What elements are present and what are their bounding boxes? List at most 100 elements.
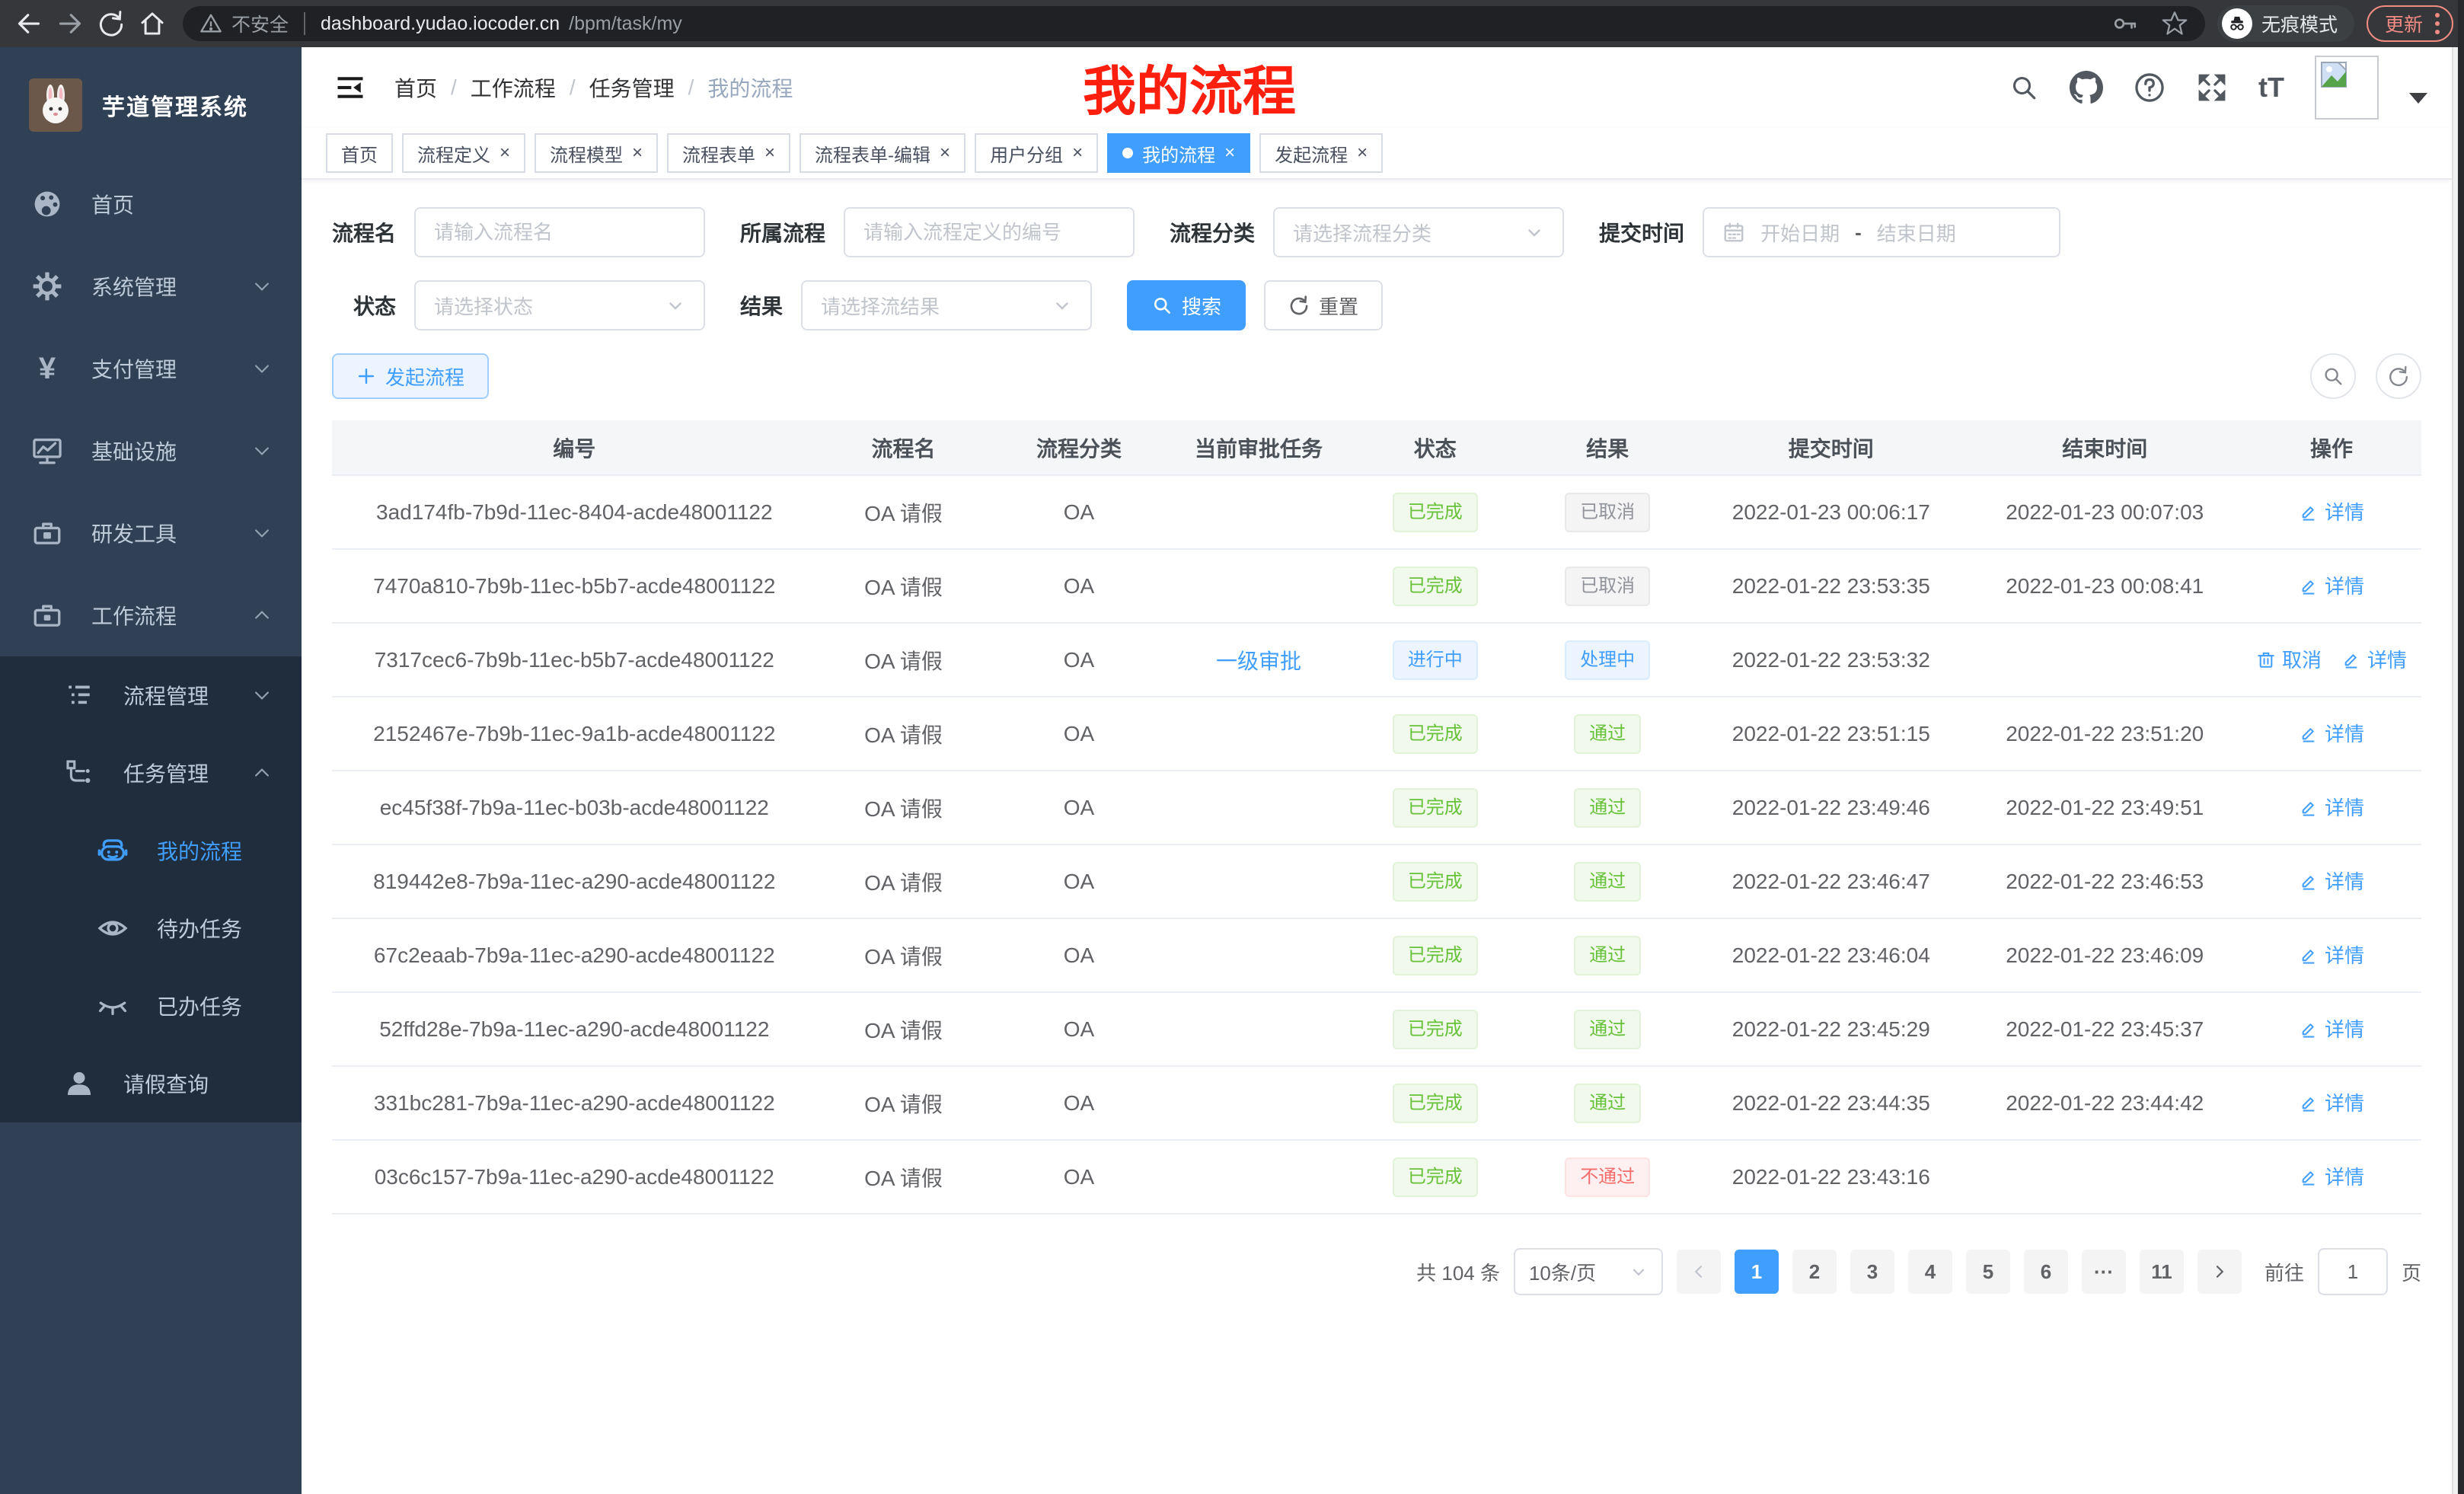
sidebar-item-label: 待办任务 [157,913,242,943]
address-bar[interactable]: 不安全 dashboard.yudao.iocoder.cn/bpm/task/… [183,6,2205,41]
caret-down-icon[interactable] [2409,93,2427,104]
sidebar-item-todo-tasks[interactable]: 待办任务 [0,889,302,967]
sidebar-item-done-tasks[interactable]: 已办任务 [0,967,302,1045]
close-icon[interactable]: × [764,144,775,162]
sidebar-item-system[interactable]: 系统管理 [0,245,302,327]
tab-home[interactable]: 首页 [326,133,393,173]
close-icon[interactable]: × [500,144,510,162]
tab-start-process[interactable]: 发起流程× [1259,133,1383,173]
breadcrumb-item[interactable]: 首页 [394,72,437,103]
show-search-icon[interactable] [2310,353,2356,399]
reset-button[interactable]: 重置 [1264,280,1383,330]
reload-icon[interactable] [93,5,129,42]
kebab-menu-icon[interactable] [2435,13,2440,34]
browser-update-button[interactable]: 更新 [2367,5,2453,42]
app-title: 芋道管理系统 [102,88,248,122]
breadcrumb-item[interactable]: 任务管理 [556,72,675,103]
process-definition-input[interactable] [863,221,1115,244]
result-badge: 通过 [1574,714,1641,754]
sidebar-item-my-process[interactable]: 我的流程 [0,812,302,889]
help-icon[interactable] [2134,72,2166,104]
cancel-link[interactable]: 取消 [2256,645,2322,673]
github-icon[interactable] [2070,71,2103,104]
page-button[interactable]: 6 [2024,1250,2068,1294]
page-button[interactable]: 4 [1908,1250,1952,1294]
app-logo-row[interactable]: 芋道管理系统 [0,47,302,163]
detail-link[interactable]: 详情 [2299,497,2364,525]
result-select[interactable]: 请选择流结果 [801,280,1092,330]
sidebar-collapse-icon[interactable] [326,63,375,112]
forward-icon[interactable] [52,5,88,42]
close-icon[interactable]: × [1357,144,1368,162]
home-icon[interactable] [134,5,171,42]
prev-page-button[interactable] [1677,1250,1721,1294]
col-end-time: 结束时间 [1968,420,2242,475]
current-task-link[interactable]: 一级审批 [1216,650,1301,673]
start-date-placeholder[interactable]: 开始日期 [1760,219,1840,247]
detail-link[interactable]: 详情 [2341,645,2407,673]
tab-process-form[interactable]: 流程表单× [667,133,790,173]
tab-process-definition[interactable]: 流程定义× [402,133,525,173]
tab-user-group[interactable]: 用户分组× [975,133,1098,173]
submit-time-range-picker[interactable]: 开始日期 - 结束日期 [1703,207,2060,257]
search-icon[interactable] [2009,72,2039,103]
fullscreen-icon[interactable] [2196,72,2228,104]
tab-my-process[interactable]: 我的流程× [1107,133,1250,173]
incognito-label: 无痕模式 [2261,10,2338,37]
page-button[interactable]: 1 [1735,1250,1779,1294]
sidebar-item-process-management[interactable]: 流程管理 [0,656,302,734]
font-size-icon[interactable]: tT [2258,72,2284,104]
tab-process-form-edit[interactable]: 流程表单-编辑× [800,133,965,173]
end-date-placeholder[interactable]: 结束日期 [1877,219,1956,247]
sidebar-item-home[interactable]: 首页 [0,163,302,245]
chevron-down-icon [1524,222,1544,242]
sidebar-item-leave-query[interactable]: 请假查询 [0,1045,302,1122]
search-button[interactable]: 搜索 [1127,280,1246,330]
detail-link[interactable]: 详情 [2299,719,2364,747]
status-select[interactable]: 请选择状态 [414,280,705,330]
category-select[interactable]: 请选择流程分类 [1273,207,1564,257]
result-badge: 通过 [1574,936,1641,975]
breadcrumb-item[interactable]: 工作流程 [437,72,556,103]
close-icon[interactable]: × [1224,144,1235,162]
sidebar-item-label: 研发工具 [91,518,177,548]
key-icon[interactable] [2112,11,2138,37]
sidebar-item-task-management[interactable]: 任务管理 [0,734,302,812]
star-icon[interactable] [2161,10,2188,37]
more-pages-button[interactable]: ··· [2082,1250,2126,1294]
page-button[interactable]: 5 [1966,1250,2010,1294]
detail-link[interactable]: 详情 [2299,1014,2364,1042]
security-label[interactable]: 不安全 [231,10,289,37]
detail-link[interactable]: 详情 [2299,940,2364,969]
avatar-broken-image[interactable] [2315,56,2379,120]
close-icon[interactable]: × [940,144,950,162]
sidebar-item-infrastructure[interactable]: 基础设施 [0,410,302,492]
tab-process-model[interactable]: 流程模型× [535,133,658,173]
url-path: /bpm/task/my [569,13,682,35]
page-size-select[interactable]: 10条/页 [1514,1248,1663,1295]
sidebar-item-devtools[interactable]: 研发工具 [0,492,302,574]
plus-icon [356,366,376,386]
sidebar-item-workflow[interactable]: 工作流程 [0,574,302,656]
detail-link[interactable]: 详情 [2299,867,2364,895]
page-button[interactable]: 2 [1792,1250,1837,1294]
page-button[interactable]: 3 [1850,1250,1894,1294]
refresh-table-icon[interactable] [2376,353,2421,399]
process-name-input[interactable] [434,221,685,244]
table-row: ec45f38f-7b9a-11ec-b03b-acde48001122 OA … [332,771,2421,844]
next-page-button[interactable] [2197,1250,2242,1294]
detail-link[interactable]: 详情 [2299,1162,2364,1190]
detail-link[interactable]: 详情 [2299,793,2364,821]
back-icon[interactable] [11,5,47,42]
page-button[interactable]: 11 [2140,1250,2184,1294]
close-icon[interactable]: × [1072,144,1083,162]
start-process-button[interactable]: 发起流程 [332,353,489,399]
branch-icon [61,758,97,788]
result-badge: 通过 [1574,862,1641,902]
goto-page-input[interactable] [2318,1248,2388,1295]
sidebar-item-payment[interactable]: ¥ 支付管理 [0,327,302,410]
process-table: 编号 流程名 流程分类 当前审批任务 状态 结果 提交时间 结束时间 操作 [332,420,2421,1215]
detail-link[interactable]: 详情 [2299,1088,2364,1116]
detail-link[interactable]: 详情 [2299,571,2364,599]
close-icon[interactable]: × [632,144,643,162]
